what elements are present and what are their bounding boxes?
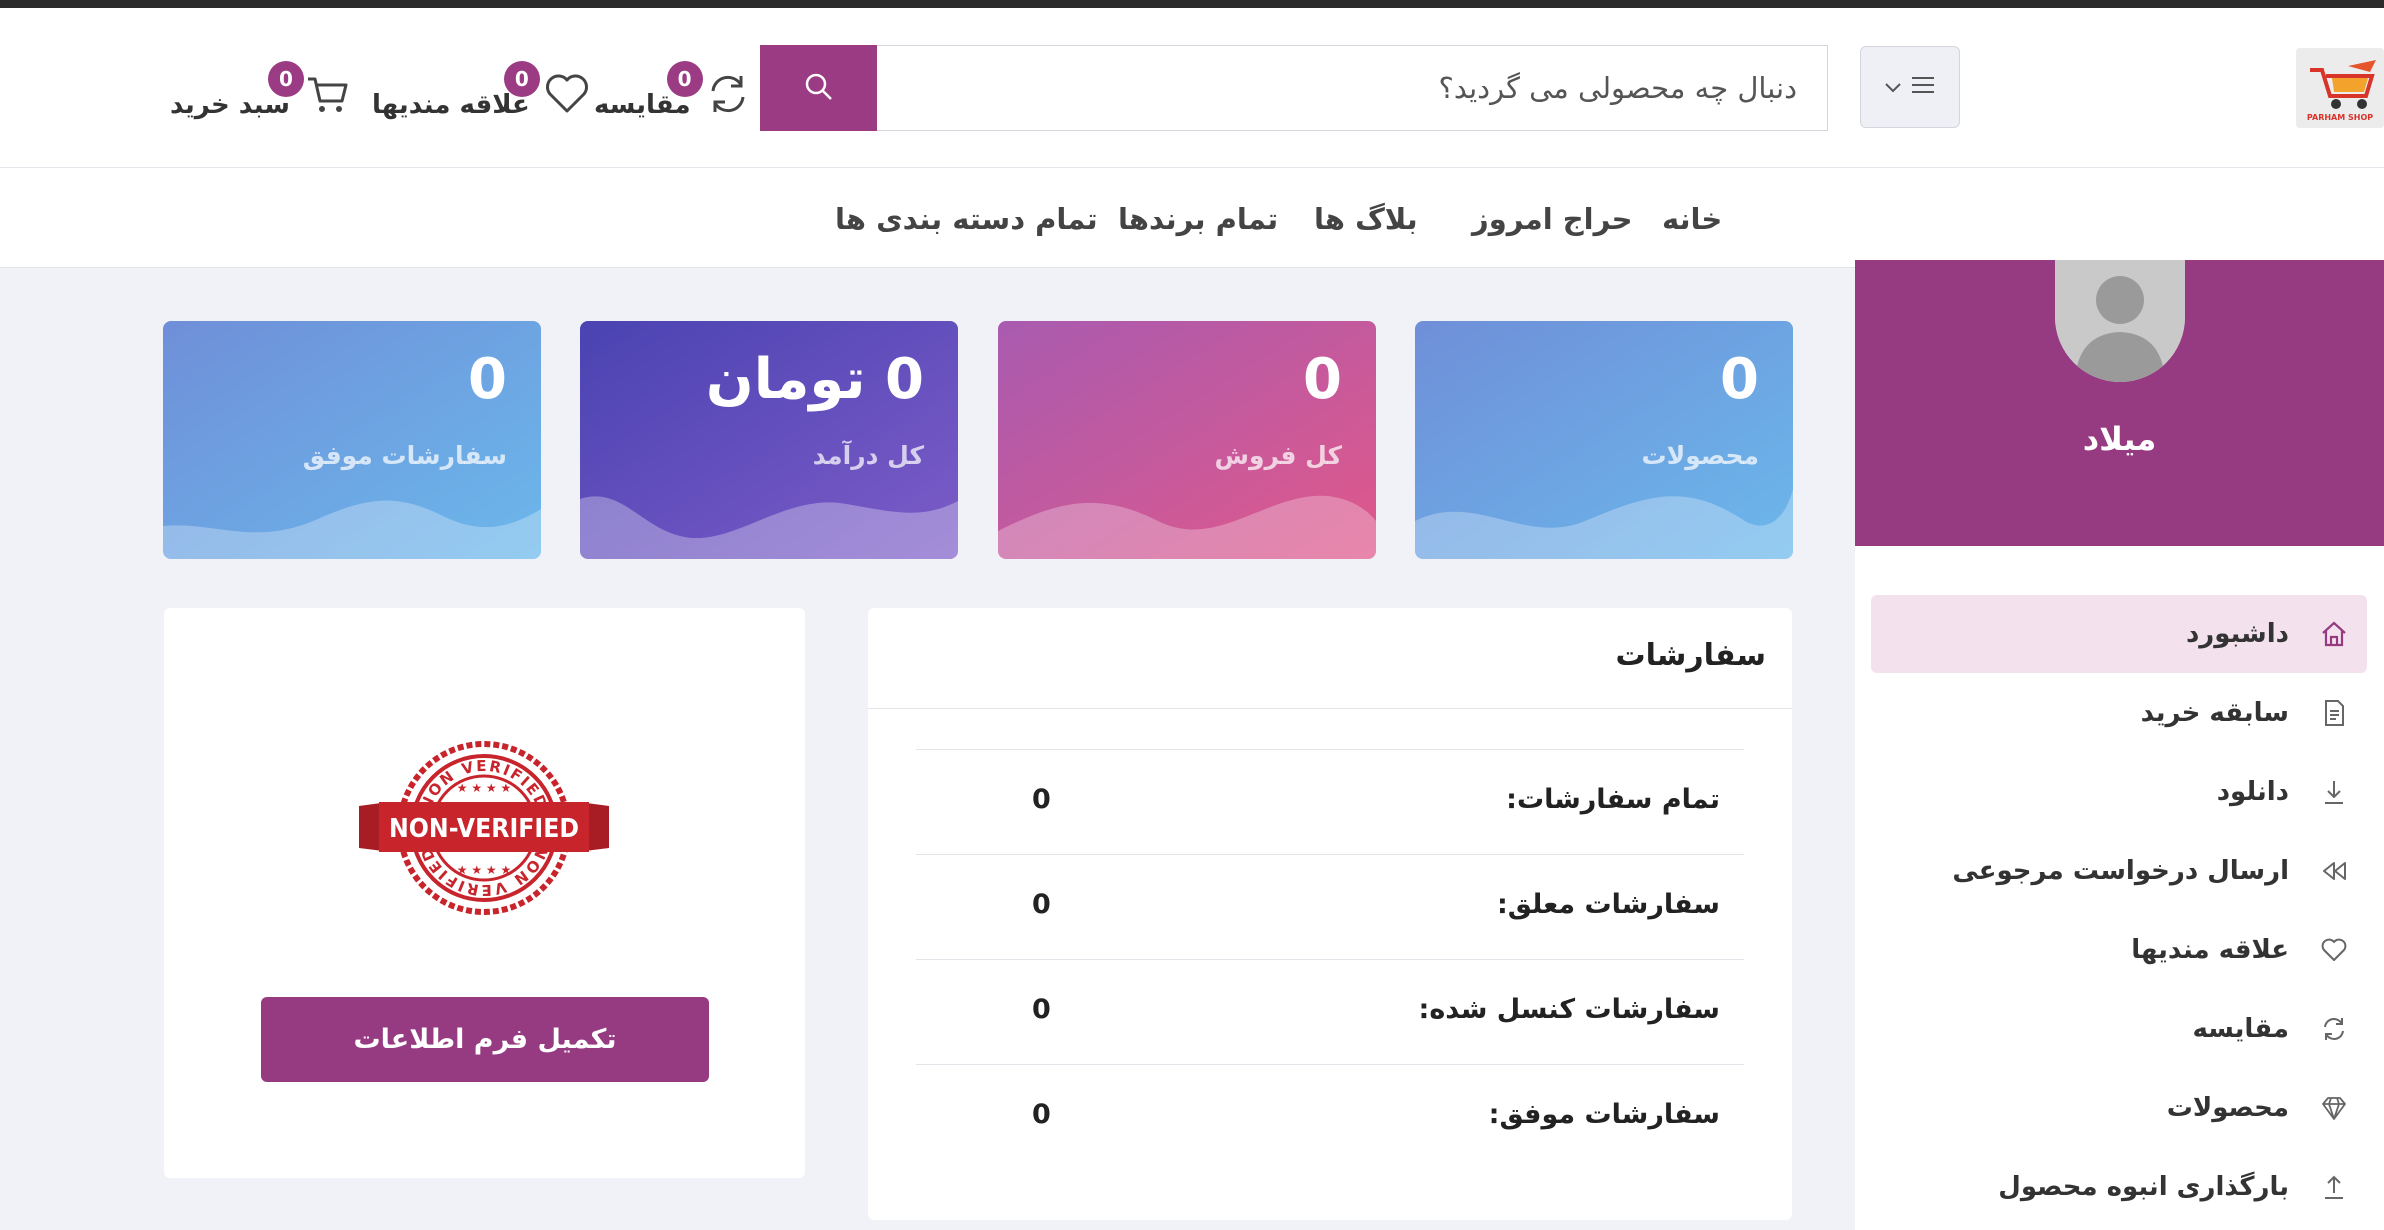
order-stat-value: 0 [1032, 1099, 1051, 1130]
order-stat-label: تمام سفارشات: [1506, 784, 1720, 815]
wishlist-label: علاقه مندیها [372, 90, 530, 120]
search-bar [760, 45, 1828, 131]
nav-blogs[interactable]: بلاگ ها [1314, 202, 1418, 236]
compare-link[interactable]: 0 مقایسه [594, 61, 751, 124]
chevron-down-icon [1885, 78, 1901, 97]
search-button[interactable] [760, 45, 877, 131]
sidebar-item-compare[interactable]: مقایسه [1871, 990, 2367, 1068]
stat-label: کل درآمد [812, 441, 924, 470]
cart-icon: 0 [267, 61, 350, 117]
order-stat-row: تمام سفارشات: 0 [916, 749, 1744, 854]
non-verified-stamp: NON VERIFIED NON VERIFIED NON-VERIFIED ★… [359, 736, 609, 930]
orders-panel: سفارشات تمام سفارشات: 0 سفارشات معلق: 0 … [868, 608, 1792, 1220]
main-nav: خانه حراج امروز بلاگ ها تمام برندها تمام… [0, 168, 2384, 268]
diamond-icon [2319, 1093, 2349, 1123]
download-icon [2319, 777, 2349, 807]
sidebar-item-bulk-upload[interactable]: بارگذاری انبوه محصول [1871, 1148, 2367, 1226]
sidebar-item-label: ارسال درخواست مرجوعی [1952, 856, 2289, 886]
sidebar-item-label: محصولات [2166, 1093, 2289, 1123]
svg-text:★ ★ ★ ★: ★ ★ ★ ★ [457, 863, 511, 877]
stat-value: 0 تومان [705, 347, 924, 412]
verification-panel: NON VERIFIED NON VERIFIED NON-VERIFIED ★… [164, 608, 805, 1178]
orders-title: سفارشات [1615, 638, 1766, 673]
profile-name: میلاد [2082, 420, 2157, 458]
nav-all-brands[interactable]: تمام برندها [1118, 202, 1278, 236]
sidebar-item-return-request[interactable]: ارسال درخواست مرجوعی [1871, 832, 2367, 910]
stat-card-products: 0 محصولات [1415, 321, 1793, 559]
nav-home[interactable]: خانه [1662, 202, 1722, 236]
logo-text: PARHAM SHOP [2307, 113, 2373, 122]
search-icon [804, 72, 834, 105]
avatar[interactable] [2055, 260, 2185, 382]
sidebar-item-label: بارگذاری انبوه محصول [1998, 1172, 2289, 1202]
sidebar-item-label: داشبورد [2185, 619, 2289, 649]
order-stat-row: سفارشات معلق: 0 [916, 854, 1744, 959]
sidebar-item-products[interactable]: محصولات [1871, 1069, 2367, 1147]
order-stat-value: 0 [1032, 889, 1051, 920]
sidebar-item-wishlist[interactable]: علاقه مندیها [1871, 911, 2367, 989]
order-stat-label: سفارشات موفق: [1488, 1099, 1720, 1130]
sidebar-item-label: دانلود [2216, 777, 2289, 807]
stat-value: 0 [468, 347, 507, 412]
wishlist-count-badge: 0 [503, 61, 540, 97]
stat-card-successful-orders: 0 سفارشات موفق [163, 321, 541, 559]
nav-all-categories[interactable]: تمام دسته بندی ها [835, 202, 1098, 236]
upload-icon [2319, 1172, 2349, 1202]
stat-card-total-sales: 0 کل فروش [998, 321, 1376, 559]
profile-card: میلاد [1855, 260, 2384, 546]
order-stat-label: سفارشات کنسل شده: [1418, 994, 1720, 1025]
site-logo[interactable]: PARHAM SHOP [2296, 48, 2384, 128]
sidebar-item-dashboard[interactable]: داشبورد [1871, 595, 2367, 673]
order-stat-value: 0 [1032, 994, 1051, 1025]
top-header: PARHAM SHOP 0 مقایسه [0, 8, 2384, 168]
sidebar-item-label: علاقه مندیها [2131, 935, 2289, 965]
svg-text:★ ★ ★ ★: ★ ★ ★ ★ [457, 781, 511, 795]
cart-link[interactable]: 0 سبد خرید [170, 61, 350, 124]
refresh-icon: 0 [666, 61, 751, 117]
sidebar-item-label: سابقه خرید [2140, 698, 2289, 728]
rewind-icon [2319, 856, 2349, 886]
stat-label: کل فروش [1214, 441, 1342, 470]
category-menu-toggle[interactable] [1860, 46, 1960, 128]
document-icon [2319, 698, 2349, 728]
heart-icon [2319, 935, 2349, 965]
divider [868, 708, 1792, 709]
stat-label: محصولات [1641, 441, 1759, 470]
account-sidebar: میلاد داشبورد سابقه خرید دانلود ارسال در… [1855, 260, 2384, 1230]
order-stat-value: 0 [1032, 784, 1051, 815]
heart-icon: 0 [503, 61, 590, 117]
cart-label: سبد خرید [170, 90, 290, 120]
search-input[interactable] [877, 45, 1828, 131]
cart-count-badge: 0 [267, 61, 304, 97]
hamburger-icon [1911, 75, 1935, 99]
sidebar-item-label: مقایسه [2192, 1014, 2289, 1044]
stat-label: سفارشات موفق [302, 441, 507, 470]
stat-value: 0 [1303, 347, 1342, 412]
stamp-text: NON-VERIFIED [389, 814, 579, 844]
app-frame: PARHAM SHOP 0 مقایسه [0, 8, 2384, 1230]
order-stat-row: سفارشات کنسل شده: 0 [916, 959, 1744, 1064]
complete-info-form-button[interactable]: تکمیل فرم اطلاعات [261, 997, 709, 1082]
stat-value: 0 [1720, 347, 1759, 412]
refresh-icon [2319, 1014, 2349, 1044]
compare-count-badge: 0 [666, 61, 703, 97]
sidebar-item-downloads[interactable]: دانلود [1871, 753, 2367, 831]
order-stat-label: سفارشات معلق: [1496, 889, 1720, 920]
home-icon [2319, 619, 2349, 649]
nav-todays-sale[interactable]: حراج امروز [1472, 202, 1633, 236]
sidebar-item-purchase-history[interactable]: سابقه خرید [1871, 674, 2367, 752]
order-stat-row: سفارشات موفق: 0 [916, 1064, 1744, 1169]
stat-card-total-revenue: 0 تومان کل درآمد [580, 321, 958, 559]
wishlist-link[interactable]: 0 علاقه مندیها [372, 61, 590, 124]
